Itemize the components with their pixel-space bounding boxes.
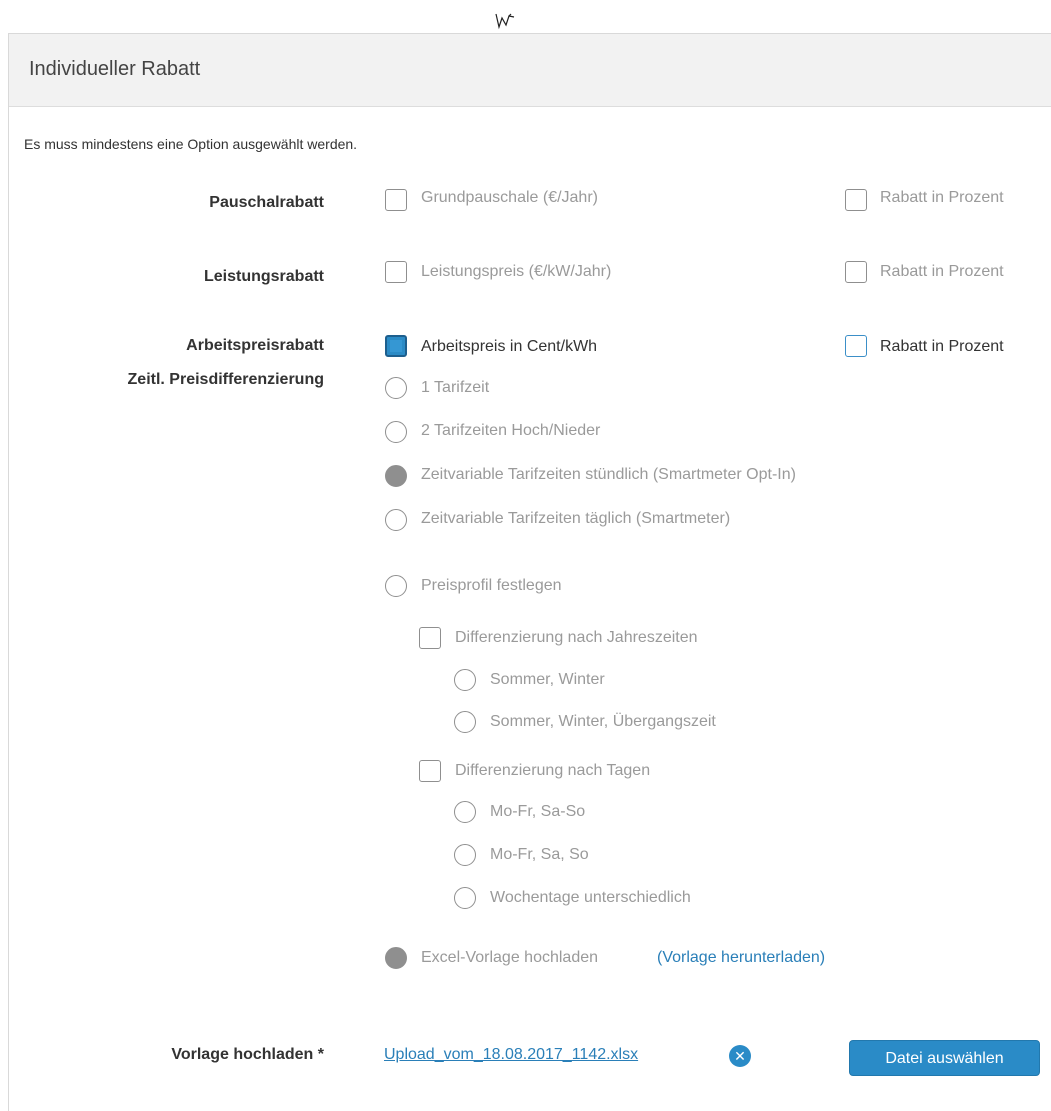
tarifzeit-1-radio[interactable] xyxy=(385,377,407,399)
sommer-winter-uebergang-radio[interactable] xyxy=(454,711,476,733)
sommer-winter-radio[interactable] xyxy=(454,669,476,691)
leistungspreis-checkbox[interactable] xyxy=(385,261,407,283)
panel-header: Individueller Rabatt xyxy=(9,34,1051,107)
tarifzeit-2-label: 2 Tarifzeiten Hoch/Nieder xyxy=(421,422,601,439)
pauschal-prozent-label: Rabatt in Prozent xyxy=(880,189,1004,206)
zeitvariabel-stuendlich-label: Zeitvariable Tarifzeiten stündlich (Smar… xyxy=(421,466,796,483)
sommer-winter-label: Sommer, Winter xyxy=(490,671,605,688)
zeitvariabel-stuendlich-radio[interactable] xyxy=(385,465,407,487)
mofr-saso-radio[interactable] xyxy=(454,801,476,823)
arbeitspreisrabatt-label: Arbeitspreisrabatt xyxy=(186,337,324,354)
tarifzeit-2-radio[interactable] xyxy=(385,421,407,443)
vorlage-herunterladen-link[interactable]: (Vorlage herunterladen) xyxy=(657,949,825,967)
panel-title: Individueller Rabatt xyxy=(29,58,201,80)
leistungspreis-label: Leistungspreis (€/kW/Jahr) xyxy=(421,263,612,280)
mofr-sa-so-label: Mo-Fr, Sa, So xyxy=(490,846,589,863)
vorlage-hochladen-label: Vorlage hochladen * xyxy=(171,1046,324,1063)
mouse-cursor-icon xyxy=(495,13,515,30)
jahreszeiten-label: Differenzierung nach Jahreszeiten xyxy=(455,629,698,646)
jahreszeiten-checkbox[interactable] xyxy=(419,627,441,649)
pauschal-prozent-checkbox[interactable] xyxy=(845,189,867,211)
leistungsrabatt-label: Leistungsrabatt xyxy=(203,268,324,285)
uploaded-file-link[interactable]: Upload_vom_18.08.2017_1142.xlsx xyxy=(384,1046,638,1064)
wochentage-label: Wochentage unterschiedlich xyxy=(490,889,691,906)
mofr-sa-so-radio[interactable] xyxy=(454,844,476,866)
tage-checkbox[interactable] xyxy=(419,760,441,782)
arbeitspreis-checkbox[interactable] xyxy=(385,335,407,357)
excel-vorlage-radio[interactable] xyxy=(385,947,407,969)
arbeitspreis-option-label: Arbeitspreis in Cent/kWh xyxy=(421,338,598,355)
mofr-saso-label: Mo-Fr, Sa-So xyxy=(490,803,586,820)
preisprofil-label: Preisprofil festlegen xyxy=(421,577,562,594)
zeitl-preisdifferenzierung-label: Zeitl. Preisdifferenzierung xyxy=(127,371,324,388)
wochentage-radio[interactable] xyxy=(454,887,476,909)
sommer-winter-uebergang-label: Sommer, Winter, Übergangszeit xyxy=(490,713,716,730)
excel-vorlage-label: Excel-Vorlage hochladen xyxy=(421,949,599,966)
arbeitspreis-prozent-label: Rabatt in Prozent xyxy=(880,338,1004,355)
close-circle-icon[interactable]: ✕ xyxy=(729,1045,751,1067)
pauschalrabatt-label: Pauschalrabatt xyxy=(209,194,324,211)
zeitvariabel-taeglich-label: Zeitvariable Tarifzeiten täglich (Smartm… xyxy=(421,510,731,527)
leistung-prozent-label: Rabatt in Prozent xyxy=(880,263,1004,280)
preisprofil-radio[interactable] xyxy=(385,575,407,597)
tarifzeit-1-label: 1 Tarifzeit xyxy=(421,379,490,396)
validation-note: Es muss mindestens eine Option ausgewähl… xyxy=(24,136,358,152)
zeitvariabel-taeglich-radio[interactable] xyxy=(385,509,407,531)
grundpauschale-label: Grundpauschale (€/Jahr) xyxy=(421,189,598,206)
leistung-prozent-checkbox[interactable] xyxy=(845,261,867,283)
datei-auswaehlen-button[interactable]: Datei auswählen xyxy=(849,1040,1040,1076)
grundpauschale-checkbox[interactable] xyxy=(385,189,407,211)
arbeitspreis-prozent-checkbox[interactable] xyxy=(845,335,867,357)
tage-label: Differenzierung nach Tagen xyxy=(455,762,651,779)
